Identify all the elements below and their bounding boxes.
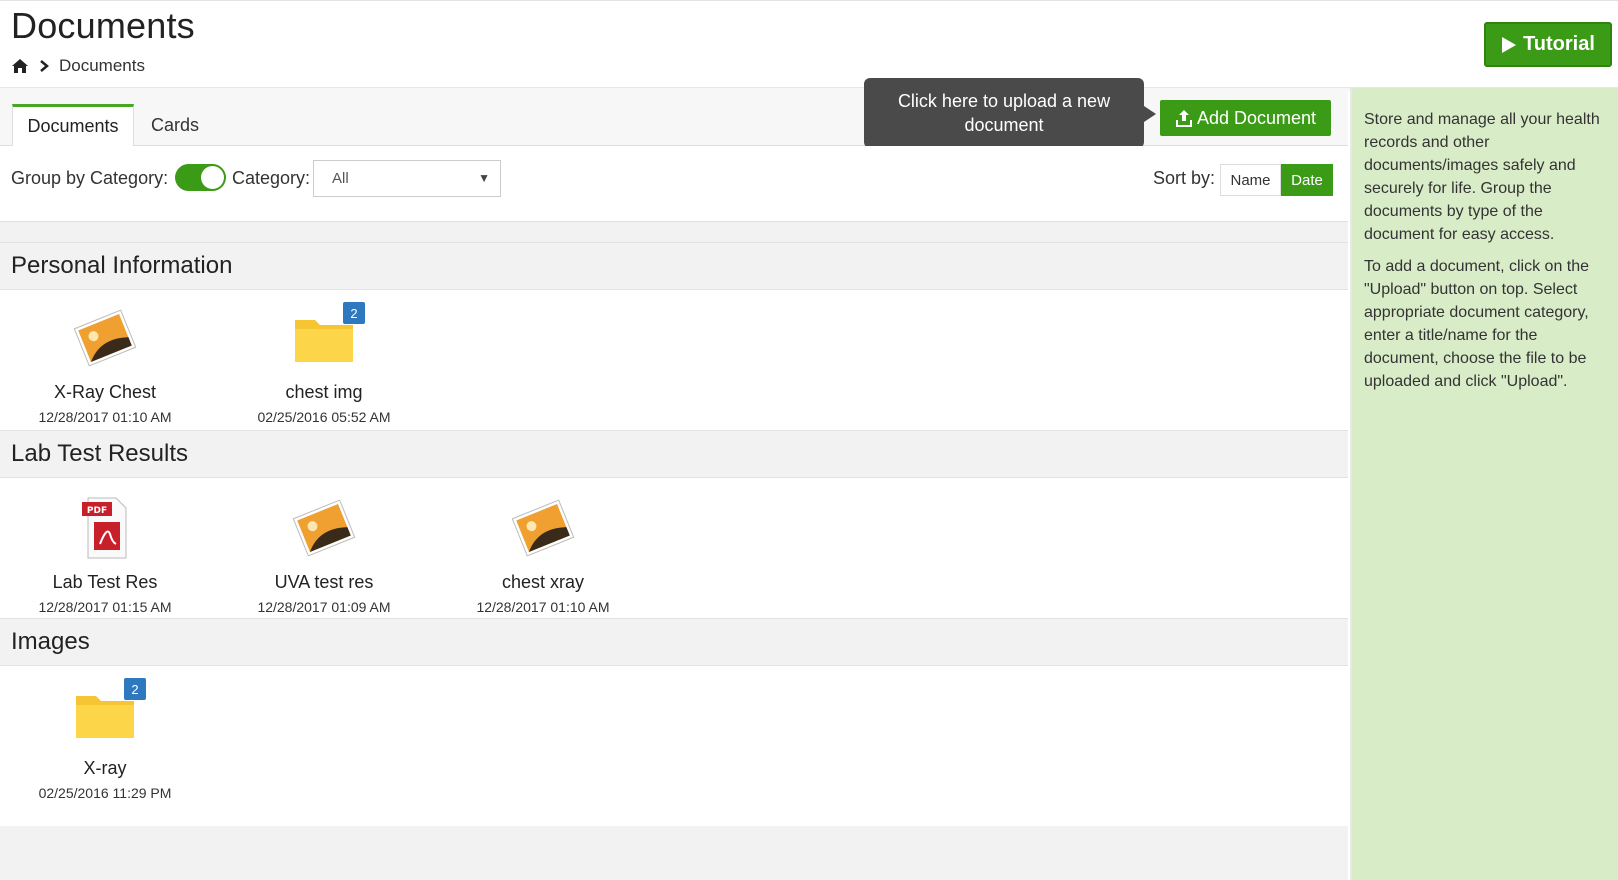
add-document-button[interactable]: Add Document	[1160, 100, 1331, 136]
tabs-bar: Documents Cards Click here to upload a n…	[0, 78, 1348, 148]
play-icon	[1502, 36, 1517, 53]
breadcrumb-item-documents[interactable]: Documents	[59, 56, 145, 76]
doc-item-x-ray-chest[interactable]: X-Ray Chest 12/28/2017 01:10 AM	[5, 306, 205, 425]
doc-item-lab-test-res[interactable]: PDF Lab Test Res 12/28/2017 01:15 AM	[5, 496, 205, 615]
group-by-label: Group by Category:	[11, 168, 169, 188]
tab-cards[interactable]: Cards	[140, 104, 210, 146]
category-select[interactable]: All ▼	[313, 160, 501, 197]
doc-name: UVA test res	[274, 572, 374, 592]
doc-item-chest-img[interactable]: 2 chest img 02/25/2016 05:52 AM	[224, 302, 424, 425]
help-side-panel: Store and manage all your health records…	[1350, 88, 1618, 880]
tutorial-button[interactable]: Tutorial	[1484, 22, 1612, 67]
document-sections: Personal Information X-Ray Chest 12/28/2…	[0, 242, 1348, 826]
section-header-lab-test-results: Lab Test Results	[0, 430, 1348, 478]
toggle-knob	[201, 166, 224, 189]
upload-tooltip: Click here to upload a new document	[864, 78, 1156, 148]
image-file-icon	[73, 309, 137, 367]
page-title: Documents	[11, 5, 195, 46]
tutorial-label: Tutorial	[1523, 33, 1595, 55]
category-label: Category:	[232, 168, 311, 188]
folder-wrapper: 2	[289, 302, 365, 370]
doc-name: chest xray	[501, 572, 585, 592]
chevron-right-icon	[40, 60, 49, 72]
image-file-icon	[511, 499, 575, 557]
breadcrumb: Documents	[11, 56, 145, 76]
add-document-label: Add Document	[1196, 107, 1317, 128]
pdf-file-icon: PDF	[82, 497, 127, 559]
upload-icon	[1175, 110, 1192, 127]
tab-documents[interactable]: Documents	[12, 104, 134, 146]
pdf-label: PDF	[87, 506, 107, 516]
doc-name: X-Ray Chest	[53, 382, 157, 402]
category-value: All	[332, 170, 349, 187]
sort-name-button[interactable]: Name	[1220, 164, 1281, 196]
dropdown-arrow-icon: ▼	[478, 171, 490, 185]
doc-name: chest img	[285, 382, 363, 402]
section-body-images: 2 X-ray 02/25/2016 11:29 PM	[0, 666, 1348, 826]
doc-name: Lab Test Res	[52, 572, 158, 592]
image-file-icon	[292, 499, 356, 557]
sort-date-button[interactable]: Date	[1281, 164, 1333, 196]
section-body-lab-test-results: PDF Lab Test Res 12/28/2017 01:15 AM UVA…	[0, 478, 1348, 618]
folder-wrapper: 2	[70, 678, 146, 746]
group-by-toggle[interactable]	[175, 164, 226, 191]
doc-date: 12/28/2017 01:10 AM	[476, 599, 610, 615]
help-paragraph-1: Store and manage all your health records…	[1364, 111, 1600, 243]
section-header-personal-information: Personal Information	[0, 242, 1348, 290]
doc-name: X-ray	[83, 758, 127, 778]
doc-date: 12/28/2017 01:15 AM	[38, 599, 172, 615]
home-icon[interactable]	[11, 58, 29, 74]
doc-date: 02/25/2016 11:29 PM	[38, 785, 172, 801]
section-header-images: Images	[0, 618, 1348, 666]
help-paragraph-2: To add a document, click on the "Upload"…	[1364, 258, 1590, 390]
doc-item-x-ray[interactable]: 2 X-ray 02/25/2016 11:29 PM	[5, 678, 205, 801]
doc-item-chest-xray[interactable]: chest xray 12/28/2017 01:10 AM	[443, 496, 643, 615]
count-badge: 2	[124, 678, 146, 700]
doc-item-uva-test-res[interactable]: UVA test res 12/28/2017 01:09 AM	[224, 496, 424, 615]
sort-label: Sort by:	[1153, 168, 1216, 188]
filter-bar: Group by Category: Category: All ▼ Sort …	[0, 146, 1348, 222]
doc-date: 12/28/2017 01:10 AM	[38, 409, 172, 425]
page-header: Documents Documents Tutorial	[0, 0, 1618, 88]
section-body-personal-information: X-Ray Chest 12/28/2017 01:10 AM 2 chest …	[0, 290, 1348, 430]
doc-date: 02/25/2016 05:52 AM	[257, 409, 391, 425]
main-content: Documents Cards Click here to upload a n…	[0, 78, 1348, 880]
count-badge: 2	[343, 302, 365, 324]
doc-date: 12/28/2017 01:09 AM	[257, 599, 391, 615]
